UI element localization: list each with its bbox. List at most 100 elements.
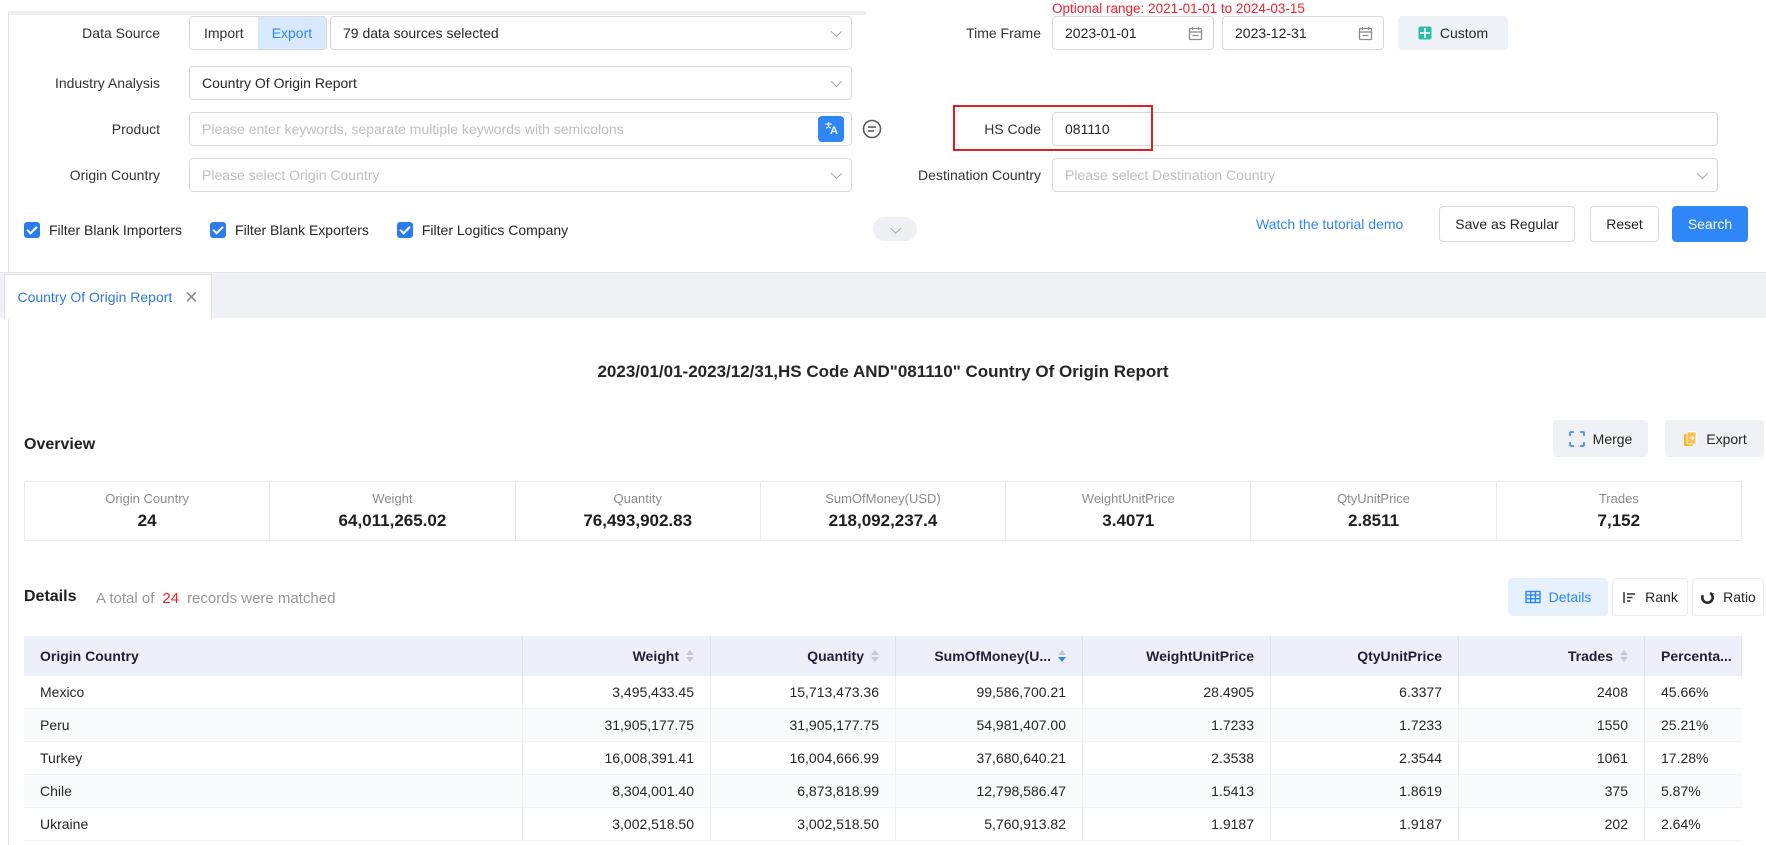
column-header-quantity[interactable]: Quantity [711, 636, 896, 676]
column-header-qty-unit-price: QtyUnitPrice [1271, 636, 1459, 676]
destination-country-label: Destination Country [881, 158, 1041, 192]
expand-filters-button[interactable] [873, 217, 917, 241]
table-header-row: Origin Country Weight Quantity SumOfMone… [24, 636, 1742, 676]
svg-text:A: A [830, 125, 838, 137]
stat-sum-of-money: SumOfMoney(USD) 218,092,237.4 [760, 482, 1005, 540]
stat-quantity: Quantity 76,493,902.83 [515, 482, 760, 540]
end-date-field[interactable]: 2023-12-31 [1222, 16, 1384, 50]
table-row-chile: Chile 8,304,001.40 6,873,818.99 12,798,5… [24, 775, 1742, 808]
filter-blank-importers-checkbox[interactable]: Filter Blank Importers [24, 222, 182, 238]
chevron-down-icon [1697, 168, 1708, 179]
industry-analysis-dropdown[interactable]: Country Of Origin Report [189, 66, 852, 100]
top-edge-divider [8, 11, 866, 15]
overview-heading: Overview [24, 436, 95, 454]
custom-button-label: Custom [1440, 25, 1488, 41]
view-details-button[interactable]: Details [1508, 578, 1608, 616]
checkbox-label: Filter Blank Importers [49, 222, 182, 238]
table-row-mexico: Mexico 3,495,433.45 15,713,473.36 99,586… [24, 676, 1742, 709]
checkbox-checked-icon [210, 222, 226, 238]
calendar-icon [1358, 26, 1373, 41]
chevron-down-icon [831, 168, 842, 179]
tab-country-of-origin-report[interactable]: Country Of Origin Report ✕ [4, 274, 212, 319]
report-title: 2023/01/01-2023/12/31,HS Code AND"081110… [0, 362, 1766, 382]
merge-button-label: Merge [1593, 431, 1633, 447]
calendar-icon [1188, 26, 1203, 41]
data-source-label: Data Source [0, 16, 160, 50]
stat-trades: Trades 7,152 [1496, 482, 1741, 540]
custom-range-button[interactable]: Custom [1398, 16, 1508, 50]
checkbox-checked-icon [24, 222, 40, 238]
report-tab-strip: Country Of Origin Report ✕ [0, 272, 1766, 318]
export-button-label: Export [1706, 431, 1746, 447]
merge-button[interactable]: Merge [1553, 420, 1648, 457]
sort-icons[interactable] [686, 650, 694, 662]
origin-country-select[interactable]: Please select Origin Country [189, 158, 852, 192]
industry-analysis-value: Country Of Origin Report [202, 75, 357, 91]
chevron-down-icon [831, 76, 842, 87]
chevron-down-icon [831, 26, 842, 37]
hs-code-label: HS Code [881, 112, 1041, 146]
reset-button[interactable]: Reset [1590, 206, 1659, 242]
table-row-ukraine: Ukraine 3,002,518.50 3,002,518.50 5,760,… [24, 808, 1742, 841]
column-header-origin-country: Origin Country [24, 636, 523, 676]
column-header-sum-of-money[interactable]: SumOfMoney(U... [896, 636, 1083, 676]
translate-icon[interactable]: A [818, 116, 844, 142]
origin-country-label: Origin Country [0, 158, 160, 192]
checkbox-label: Filter Blank Exporters [235, 222, 369, 238]
sort-icons[interactable] [871, 650, 879, 662]
column-header-percentage: Percenta... [1645, 636, 1742, 676]
stat-weight: Weight 64,011,265.02 [269, 482, 514, 540]
column-header-trades[interactable]: Trades [1459, 636, 1645, 676]
data-source-toggle: Import Export [189, 16, 327, 50]
table-icon [1525, 589, 1541, 605]
search-button[interactable]: Search [1672, 206, 1748, 242]
sort-icons[interactable] [1620, 650, 1628, 662]
rank-button-label: Rank [1645, 589, 1678, 605]
origin-country-placeholder: Please select Origin Country [202, 167, 379, 183]
pie-ratio-icon [1700, 590, 1715, 605]
export-button[interactable]: Export [1665, 420, 1764, 457]
chevron-down-icon [890, 223, 901, 234]
import-toggle-button[interactable]: Import [190, 17, 258, 49]
hs-code-input[interactable] [1052, 112, 1718, 146]
table-row-turkey: Turkey 16,008,391.41 16,004,666.99 37,68… [24, 742, 1742, 775]
data-sources-dropdown[interactable]: 79 data sources selected [330, 16, 852, 50]
records-matched-summary: A total of 24 records were matched [96, 590, 335, 607]
column-header-weight[interactable]: Weight [523, 636, 711, 676]
details-table: Origin Country Weight Quantity SumOfMone… [24, 636, 1742, 841]
filter-checkbox-row: Filter Blank Importers Filter Blank Expo… [24, 221, 568, 239]
grid-icon [1418, 26, 1432, 40]
column-header-weight-unit-price: WeightUnitPrice [1083, 636, 1271, 676]
tab-label: Country Of Origin Report [17, 289, 172, 305]
merge-icon [1569, 431, 1585, 447]
destination-country-select[interactable]: Please select Destination Country [1052, 158, 1718, 192]
data-sources-value: 79 data sources selected [343, 25, 499, 41]
view-rank-button[interactable]: Rank [1612, 578, 1688, 616]
end-date-value: 2023-12-31 [1235, 25, 1307, 41]
export-toggle-button[interactable]: Export [258, 17, 326, 49]
filter-blank-exporters-checkbox[interactable]: Filter Blank Exporters [210, 222, 369, 238]
product-keywords-input[interactable] [189, 112, 852, 146]
view-ratio-button[interactable]: Ratio [1692, 578, 1764, 616]
ratio-button-label: Ratio [1723, 589, 1756, 605]
details-heading: Details [24, 588, 76, 606]
start-date-value: 2023-01-01 [1065, 25, 1137, 41]
save-as-regular-button[interactable]: Save as Regular [1439, 206, 1575, 242]
sort-icons-active-desc[interactable] [1058, 650, 1066, 662]
record-count: 24 [162, 590, 179, 607]
time-frame-label: Time Frame [881, 16, 1041, 50]
start-date-field[interactable]: 2023-01-01 [1052, 16, 1214, 50]
industry-analysis-label: Industry Analysis [0, 66, 160, 100]
checkbox-checked-icon [397, 222, 413, 238]
stat-origin-country: Origin Country 24 [25, 482, 269, 540]
product-label: Product [0, 112, 160, 146]
overview-stats-bar: Origin Country 24 Weight 64,011,265.02 Q… [24, 481, 1742, 541]
details-button-label: Details [1549, 589, 1592, 605]
filter-logitics-company-checkbox[interactable]: Filter Logitics Company [397, 222, 568, 238]
tutorial-demo-link[interactable]: Watch the tutorial demo [1256, 206, 1403, 242]
trade-data-analysis-page: Optional range: 2021-01-01 to 2024-03-15… [0, 0, 1766, 845]
destination-country-placeholder: Please select Destination Country [1065, 167, 1275, 183]
table-row-peru: Peru 31,905,177.75 31,905,177.75 54,981,… [24, 709, 1742, 742]
optional-range-note: Optional range: 2021-01-01 to 2024-03-15 [1052, 1, 1305, 16]
close-tab-icon[interactable]: ✕ [184, 289, 198, 306]
